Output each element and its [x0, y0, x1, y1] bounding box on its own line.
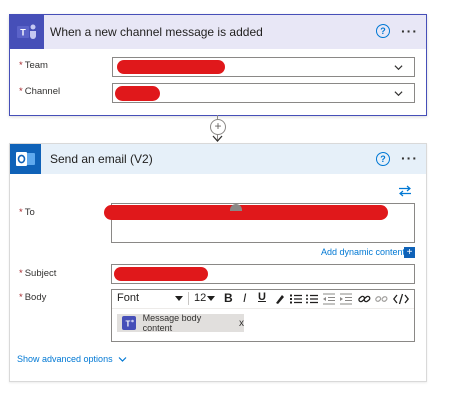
chevron-down-icon [394, 91, 403, 97]
add-dynamic-content-link[interactable]: Add dynamic content [321, 247, 405, 257]
remove-token-icon[interactable]: x [239, 318, 244, 329]
body-toolbar: Font 12 B I U [112, 290, 414, 309]
switch-mode-icon[interactable] [398, 185, 412, 197]
to-label: * To [19, 207, 35, 218]
increase-indent-icon[interactable] [340, 293, 352, 305]
redacted-to-value [104, 205, 388, 220]
trigger-card: T When a new channel message is added ? … [9, 14, 427, 116]
arrow-down-icon [212, 135, 223, 142]
send-email-card-header[interactable]: Send an email (V2) ? ··· [10, 144, 426, 174]
bullet-list-icon[interactable] [306, 293, 318, 305]
code-view-icon[interactable] [393, 293, 409, 305]
chevron-down-icon [118, 356, 127, 362]
body-label: * Body [19, 292, 47, 303]
svg-text:T: T [125, 319, 130, 328]
add-step-icon[interactable]: + [210, 119, 226, 135]
redacted-team-value [117, 60, 225, 74]
numbered-list-icon[interactable] [290, 293, 302, 305]
channel-dropdown[interactable] [112, 83, 415, 103]
add-dynamic-content-icon[interactable]: + [404, 247, 415, 258]
recipient-avatar [230, 204, 242, 211]
show-advanced-options-label: Show advanced options [17, 354, 113, 364]
font-family-select[interactable]: Font [117, 292, 139, 304]
more-options-icon[interactable]: ··· [401, 150, 418, 166]
to-input[interactable] [104, 203, 415, 243]
help-icon[interactable]: ? [376, 24, 390, 38]
chevron-down-icon [394, 65, 403, 71]
help-icon[interactable]: ? [376, 152, 390, 166]
link-icon[interactable] [358, 293, 371, 305]
bold-button[interactable]: B [224, 291, 233, 305]
underline-button[interactable]: U [258, 291, 266, 303]
team-dropdown[interactable] [112, 57, 415, 77]
highlight-pen-icon[interactable] [274, 293, 286, 305]
outlook-app-icon [10, 144, 41, 174]
unlink-icon[interactable] [375, 293, 388, 305]
trigger-card-header[interactable]: T When a new channel message is added ? … [10, 15, 426, 49]
italic-button[interactable]: I [243, 291, 246, 305]
teams-app-icon: T [10, 15, 44, 49]
dynamic-content-token[interactable]: T Message body content x [117, 313, 244, 333]
team-label: * Team [19, 60, 48, 71]
font-size-select[interactable]: 12 [194, 292, 206, 304]
redacted-channel-value [115, 86, 160, 101]
caret-down-icon[interactable] [207, 296, 215, 302]
svg-text:T: T [20, 28, 26, 38]
more-options-icon[interactable]: ··· [401, 23, 418, 39]
decrease-indent-icon[interactable] [323, 293, 335, 305]
subject-label: * Subject [19, 268, 57, 279]
redacted-subject-value [114, 267, 208, 281]
show-advanced-options[interactable]: Show advanced options [17, 354, 127, 364]
action-title: Send an email (V2) [50, 152, 153, 166]
toolbar-divider [188, 292, 189, 305]
trigger-title: When a new channel message is added [50, 25, 263, 39]
teams-token-icon: T [122, 316, 136, 330]
caret-down-icon[interactable] [175, 296, 183, 302]
token-label: Message body content [142, 313, 202, 333]
subject-input[interactable] [111, 264, 415, 284]
send-email-card: Send an email (V2) ? ··· * To Add dynamic… [9, 143, 427, 382]
channel-label: * Channel [19, 86, 61, 97]
